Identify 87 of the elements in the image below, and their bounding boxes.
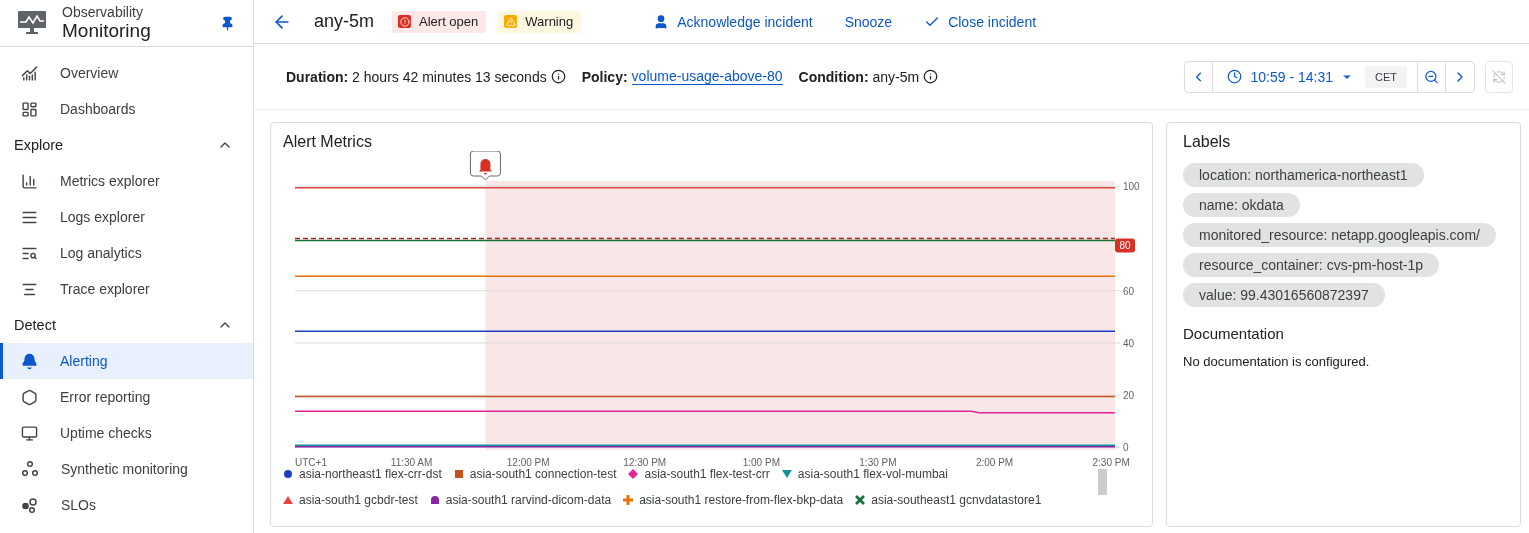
y-tick-label: 60 [1123,285,1135,297]
product-name: Observability [62,4,144,20]
bell-icon [21,352,38,370]
circles-icon [21,496,39,514]
legend-marker-icon [855,495,866,505]
zoom-out-icon [1424,68,1439,85]
label-chip: name: okdata [1183,193,1300,217]
timezone-chip: CET [1365,65,1407,88]
nav-item[interactable]: Metrics explorer [0,163,253,199]
ref-line-label: 80 [1119,240,1131,252]
x-tick-label: 2:30 PM [1092,457,1130,468]
label-chip: monitored_resource: netapp.googleapis.com/ [1183,223,1496,247]
label-chip: resource_container: cvs-pm-host-1p [1183,253,1440,277]
legend-item[interactable]: asia-northeast1 flex-crr-dst [283,467,442,481]
nav-item[interactable]: Uptime checks [0,415,253,451]
app-title: Monitoring [62,20,152,42]
duration-text: Duration: 2 hours 42 minutes 13 seconds [286,68,547,85]
chart-icon [21,64,38,82]
status-badge: Alert open [392,10,487,33]
section-title: Explore [14,137,64,153]
section-header[interactable]: Explore [0,127,253,163]
action-button[interactable]: Acknowledge incident [653,13,813,30]
info-icon[interactable] [550,69,566,84]
legend-item[interactable]: asia-south1 rarvind-dicom-data [429,493,612,507]
hexagon-icon [21,388,38,406]
condition-text: Condition: any-5m [798,68,920,85]
legend-item[interactable]: asia-south1 flex-vol-mumbai [781,467,948,481]
label-chip: value: 99.43016560872397 [1183,283,1385,307]
documentation-text: No documentation is configured. [1183,354,1371,369]
nav-item[interactable]: Alerting [0,343,253,379]
monitor-logo-icon [18,11,46,35]
legend-marker-icon [781,469,792,479]
timezone-label: UTC+1 [295,457,327,468]
legend-marker-icon [283,469,293,479]
y-tick-label: 0 [1123,442,1129,454]
x-tick-label: 1:30 PM [859,457,897,468]
sync-off-icon [1492,69,1506,84]
circles-icon [21,460,39,478]
monitor-icon [21,424,38,442]
nav-item[interactable]: SLOs [0,487,253,523]
action-button[interactable]: Snooze [844,13,893,30]
alert-icon [398,15,412,28]
nav-item[interactable]: Error reporting [0,379,253,415]
section-header[interactable]: Detect [0,307,253,343]
y-tick-label: 20 [1123,390,1135,402]
scrollbar-thumb[interactable] [1098,469,1107,495]
documentation-title: Documentation [1183,325,1285,342]
x-tick-label: 12:00 PM [506,457,550,468]
status-badge: Warning [498,10,582,33]
threshold-badge: 80 [1115,238,1135,253]
legend-item[interactable]: asia-south1 restore-from-flex-bkp-data [623,493,844,507]
y-tick-label: 100 [1123,181,1140,193]
card-title: Labels [1183,133,1232,151]
section-title: Detect [14,317,56,333]
warning-icon [504,15,518,28]
nav-item[interactable]: Synthetic monitoring [0,451,253,487]
nav-item[interactable]: Dashboards [0,91,253,127]
nav-item[interactable]: Overview [0,55,253,91]
y-tick-label: 40 [1123,337,1135,349]
label-chip: location: northamerica-northeast1 [1183,163,1424,187]
nav-item[interactable]: Log analytics [0,235,253,271]
nav-item[interactable]: Logs explorer [0,199,253,235]
legend-marker-icon [283,495,293,505]
x-tick-label: 12:30 PM [623,457,667,468]
x-tick-label: 11:30 AM [390,457,433,468]
pin-icon [220,15,235,31]
policy-link[interactable]: volume-usage-above-80 [631,68,783,85]
legend-item[interactable]: asia-south1 gcbdr-test [283,493,418,507]
legend-marker-icon [453,469,464,479]
nav-item[interactable]: Trace explorer [0,271,253,307]
legend-marker-icon [429,495,440,505]
action-button[interactable]: Close incident [924,13,1037,30]
incident-title: any-5m [314,11,375,32]
card-title: Alert Metrics [283,133,373,151]
clock-icon [1227,69,1243,84]
x-tick-label: 1:00 PM [742,457,780,468]
alert-bell-marker[interactable] [469,151,501,181]
x-tick-label: 2:00 PM [975,457,1014,468]
bar-chart-icon [21,172,38,190]
legend-item[interactable]: asia-southeast1 gcnvdatastore1 [855,493,1042,507]
legend-item[interactable]: asia-south1 flex-test-crr [628,467,770,481]
legend-marker-icon [623,495,634,505]
legend-item[interactable]: asia-south1 connection-test [453,467,617,481]
dashboard-icon [21,100,38,118]
info-icon[interactable] [923,69,939,84]
legend-marker-icon [628,469,639,479]
policy-label: Policy: [581,68,628,85]
